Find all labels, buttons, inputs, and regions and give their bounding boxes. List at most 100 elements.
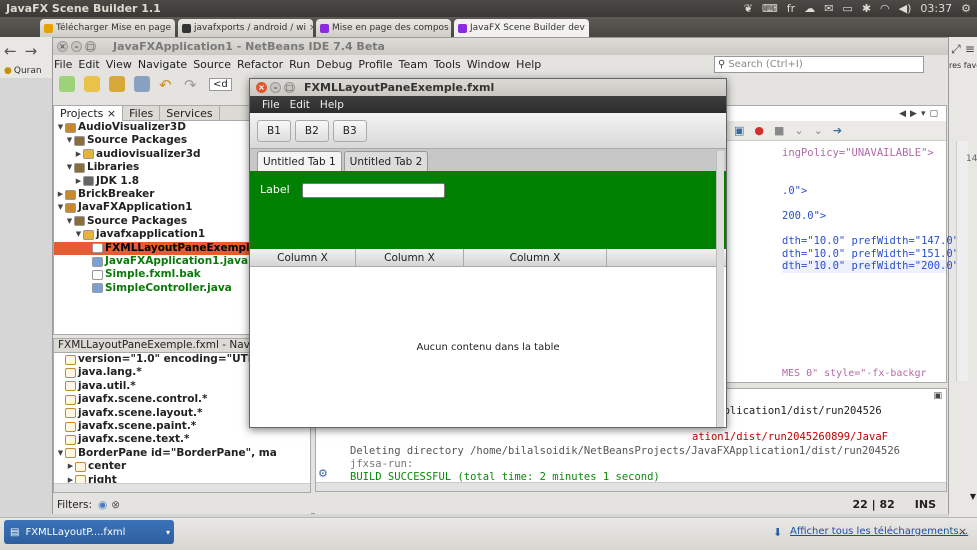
browser-tab[interactable]: Mise en page des compos× (316, 19, 451, 37)
tree-item[interactable]: ▼ AudioVisualizer3D (54, 121, 252, 134)
butterfly-icon[interactable]: ❦ (744, 2, 753, 15)
filter-icon[interactable]: ◉ (98, 499, 107, 511)
close-icon[interactable]: × (171, 23, 175, 33)
horizontal-scrollbar[interactable] (316, 482, 946, 491)
save-all-icon[interactable] (134, 76, 150, 92)
open-project-icon[interactable] (109, 76, 125, 92)
tab-untitled-1[interactable]: Untitled Tab 1 (257, 151, 342, 171)
fx-menu-help[interactable]: Help (320, 99, 344, 111)
mail-icon[interactable]: ✉ (824, 2, 833, 15)
uncomment-icon[interactable]: ⌄ (814, 124, 823, 137)
menu-navigate[interactable]: Navigate (138, 58, 187, 71)
navigator-item[interactable]: ▼ BorderPane id="BorderPane", ma (54, 447, 310, 460)
tree-item[interactable]: Simple.fxml.bak (54, 268, 252, 281)
close-icon[interactable]: × (449, 23, 451, 33)
tree-item[interactable]: ▶ audiovisualizer3d (54, 148, 252, 161)
tab-files[interactable]: Files (123, 105, 161, 121)
keyboard-layout[interactable]: fr (787, 2, 795, 15)
menu-profile[interactable]: Profile (358, 58, 392, 71)
maximize-icon[interactable]: ▢ (929, 109, 938, 119)
close-window-icon[interactable]: × (256, 82, 267, 93)
expand-arrow-icon[interactable]: ▼ (65, 161, 74, 174)
tree-item[interactable]: ▼ Source Packages (54, 134, 252, 147)
bookmark-item[interactable]: Quran (14, 66, 42, 76)
tree-item[interactable]: ▼ Libraries (54, 161, 252, 174)
tab-projects[interactable]: Projects × (54, 105, 124, 121)
download-item[interactable]: ▤ FXMLLayoutP....fxml ▾ (4, 520, 174, 544)
scroll-down-icon[interactable]: ▼ (970, 492, 976, 501)
menu-team[interactable]: Team (399, 58, 428, 71)
show-all-downloads-link[interactable]: Afficher tous les téléchargements... (790, 526, 968, 537)
format-icon[interactable]: ▣ (734, 124, 744, 137)
expand-arrow-icon[interactable]: ▶ (74, 175, 83, 188)
tree-item[interactable]: JavaFXApplication1.java (54, 255, 252, 268)
menu-debug[interactable]: Debug (316, 58, 352, 71)
navigator-item[interactable]: javafx.scene.text.* (54, 433, 310, 446)
minimize-window-icon[interactable]: – (270, 82, 281, 93)
expand-arrow-icon[interactable]: ▼ (74, 228, 83, 241)
horizontal-scrollbar[interactable] (54, 483, 310, 492)
filter-icon[interactable]: ⊗ (111, 499, 120, 511)
minimize-window-icon[interactable]: – (71, 41, 82, 52)
text-field[interactable] (301, 183, 445, 198)
expand-arrow-icon[interactable]: ▼ (65, 134, 74, 147)
comment-icon[interactable]: ⌄ (794, 124, 803, 137)
back-arrow-icon[interactable]: ← (4, 42, 17, 60)
close-icon[interactable]: × (306, 23, 313, 33)
output-settings-icon[interactable]: ⚙ (318, 467, 328, 480)
menu-edit[interactable]: Edit (78, 58, 99, 71)
wifi-icon[interactable]: ◠ (880, 2, 890, 15)
dropdown-icon[interactable]: ▾ (166, 528, 170, 537)
maximize-window-icon[interactable]: □ (85, 41, 96, 52)
undo-icon[interactable]: ↶ (159, 76, 175, 94)
tree-item[interactable]: ▼ javafxapplication1 (54, 228, 252, 241)
new-project-icon[interactable] (84, 76, 100, 92)
expand-arrow-icon[interactable]: ▼ (56, 121, 65, 134)
fx-menu-edit[interactable]: Edit (290, 99, 310, 111)
fullscreen-icon[interactable]: ⤢ (951, 42, 961, 57)
tree-item[interactable]: SimpleController.java (54, 282, 252, 295)
menu-view[interactable]: View (106, 58, 132, 71)
tree-item[interactable]: ▼ JavaFXApplication1 (54, 201, 252, 214)
browser-tab-active[interactable]: JavaFX Scene Builder dev× (454, 19, 589, 37)
vertical-scrollbar[interactable] (716, 151, 724, 427)
menu-icon[interactable]: ≡ (965, 42, 975, 56)
browser-tab[interactable]: javafxports / android / wi × (178, 19, 313, 37)
column-header[interactable]: Column X (250, 248, 356, 267)
b3-button[interactable]: B3 (332, 119, 367, 142)
close-window-icon[interactable]: × (57, 41, 68, 52)
scroll-right-icon[interactable]: ▶ (910, 109, 917, 119)
tree-item[interactable]: ▶ BrickBreaker (54, 188, 252, 201)
tree-item[interactable]: ▼ Source Packages (54, 215, 252, 228)
fx-menu-file[interactable]: File (262, 99, 280, 111)
redo-icon[interactable]: ↷ (184, 76, 200, 94)
expand-arrow-icon[interactable]: ▼ (65, 215, 74, 228)
maximize-window-icon[interactable]: □ (284, 82, 295, 93)
vertical-scrollbar[interactable] (956, 141, 968, 381)
menu-file[interactable]: File (54, 58, 72, 71)
menu-refactor[interactable]: Refactor (237, 58, 283, 71)
stop-macro-icon[interactable]: ■ (774, 124, 784, 137)
scroll-left-icon[interactable]: ◀ (899, 109, 906, 119)
tab-services[interactable]: Services (160, 105, 220, 121)
expand-arrow-icon[interactable]: ▶ (66, 460, 75, 473)
battery-icon[interactable]: ▭ (842, 2, 852, 15)
expand-arrow-icon[interactable]: ▼ (56, 201, 65, 214)
menu-tools[interactable]: Tools (434, 58, 461, 71)
search-input[interactable]: ⚲ Search (Ctrl+I) (714, 56, 924, 73)
tree-item[interactable]: FXMLLayoutPaneExemple. (54, 241, 252, 255)
column-header[interactable]: Column X (356, 248, 464, 267)
bluetooth-icon[interactable]: ✱ (862, 2, 871, 15)
tab-untitled-2[interactable]: Untitled Tab 2 (343, 151, 429, 171)
tree-item[interactable]: ▶ JDK 1.8 (54, 175, 252, 188)
browser-tab[interactable]: Télécharger Mise en page× (40, 19, 175, 37)
keyboard-icon[interactable]: ⌨ (762, 2, 778, 15)
tab-list-icon[interactable]: ▾ (921, 109, 926, 119)
volume-icon[interactable]: ◀) (899, 2, 912, 15)
cloud-icon[interactable]: ☁ (804, 2, 815, 15)
config-combo[interactable]: <d (209, 77, 232, 91)
navigator-item[interactable]: ▶ center (54, 460, 310, 473)
column-header[interactable]: Column X (464, 248, 607, 267)
gear-icon[interactable]: ⚙ (961, 2, 971, 15)
minimize-panel-icon[interactable]: ▣ (933, 391, 942, 401)
